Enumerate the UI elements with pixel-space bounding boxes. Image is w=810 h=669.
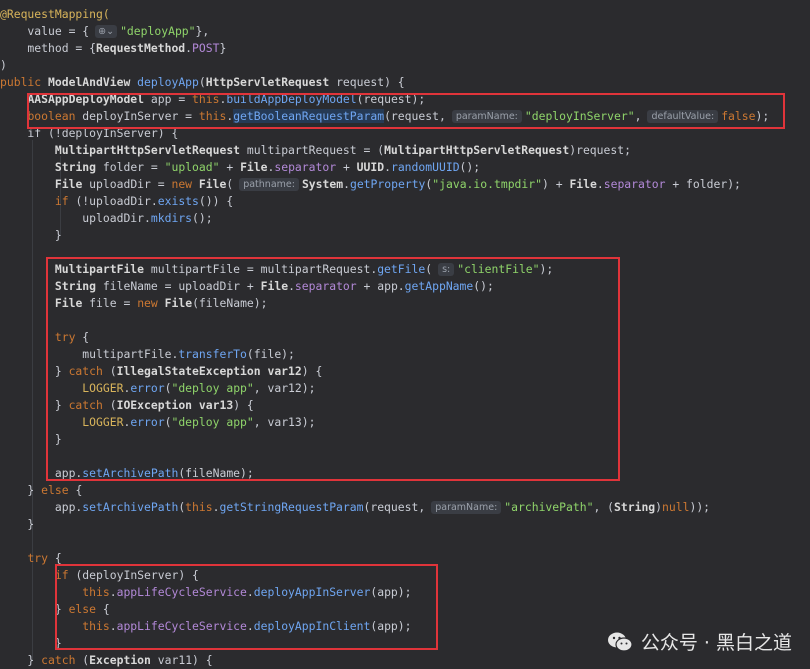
param-hint: paramName: xyxy=(431,501,502,514)
code-line: uploadDir.mkdirs(); xyxy=(0,211,213,225)
code-line: app.setArchivePath(fileName); xyxy=(0,466,254,480)
code-line: } xyxy=(0,517,35,531)
param-hint: pathname: xyxy=(239,178,299,191)
code-line: LOGGER.error("deploy app", var12); xyxy=(82,381,316,395)
code-line: if (deployInServer) { xyxy=(54,568,199,582)
code-line: } else { xyxy=(0,602,110,616)
code-line: AASAppDeployModel app = this.buildAppDep… xyxy=(27,92,426,106)
code-line: String fileName = uploadDir + File.separ… xyxy=(54,279,494,293)
code-line: @RequestMapping( xyxy=(0,7,110,21)
code-line: String folder = "upload" + File.separato… xyxy=(54,160,481,174)
watermark-text: 公众号 · 黑白之道 xyxy=(640,632,792,654)
watermark: 公众号 · 黑白之道 xyxy=(607,628,792,655)
code-line: MultipartHttpServletRequest multipartReq… xyxy=(54,143,631,157)
code-line: MultipartFile multipartFile = multipartR… xyxy=(54,262,554,276)
code-line: value = {⊕⌄ "deployApp"}, xyxy=(0,24,210,38)
code-line: } catch (Exception var11) { xyxy=(0,653,213,667)
code-editor[interactable]: @RequestMapping( value = {⊕⌄ "deployApp"}… xyxy=(0,0,810,669)
code-line: } else { xyxy=(0,483,83,497)
code-line: method = {RequestMethod.POST} xyxy=(0,41,227,55)
code-line: this.appLifeCycleService.deployAppInServ… xyxy=(82,585,412,599)
code-line: File uploadDir = new File(pathname: Syste… xyxy=(54,177,741,191)
param-hint: paramName: xyxy=(451,110,522,123)
code-line: app.setArchivePath(this.getStringRequest… xyxy=(0,500,711,514)
code-line: public ModelAndView deployApp(HttpServle… xyxy=(0,75,405,89)
globe-icon: ⊕⌄ xyxy=(95,25,118,38)
code-line: LOGGER.error("deploy app", var13); xyxy=(82,415,316,429)
code-line: } catch (IOException var13) { xyxy=(0,398,254,412)
code-line: multipartFile.transferTo(file); xyxy=(0,347,295,361)
code-line: } catch (IllegalStateException var12) { xyxy=(0,364,323,378)
code-line: } xyxy=(0,228,62,242)
code-line: } xyxy=(0,636,62,650)
code-line: try { xyxy=(27,551,62,565)
code-line: if (!uploadDir.exists()) { xyxy=(54,194,234,208)
code-line: try { xyxy=(54,330,90,344)
wechat-icon xyxy=(607,632,633,652)
param-hint: s: xyxy=(438,263,455,276)
code-line: boolean deployInServer = this.getBoolean… xyxy=(27,109,770,123)
code-line: if (!deployInServer) { xyxy=(0,126,179,140)
code-line: this.appLifeCycleService.deployAppInClie… xyxy=(82,619,412,633)
code-line: } xyxy=(0,432,62,446)
code-line: ) xyxy=(0,58,7,72)
param-hint: defaultValue: xyxy=(647,110,719,123)
code-line: File file = new File(fileName); xyxy=(54,296,268,310)
